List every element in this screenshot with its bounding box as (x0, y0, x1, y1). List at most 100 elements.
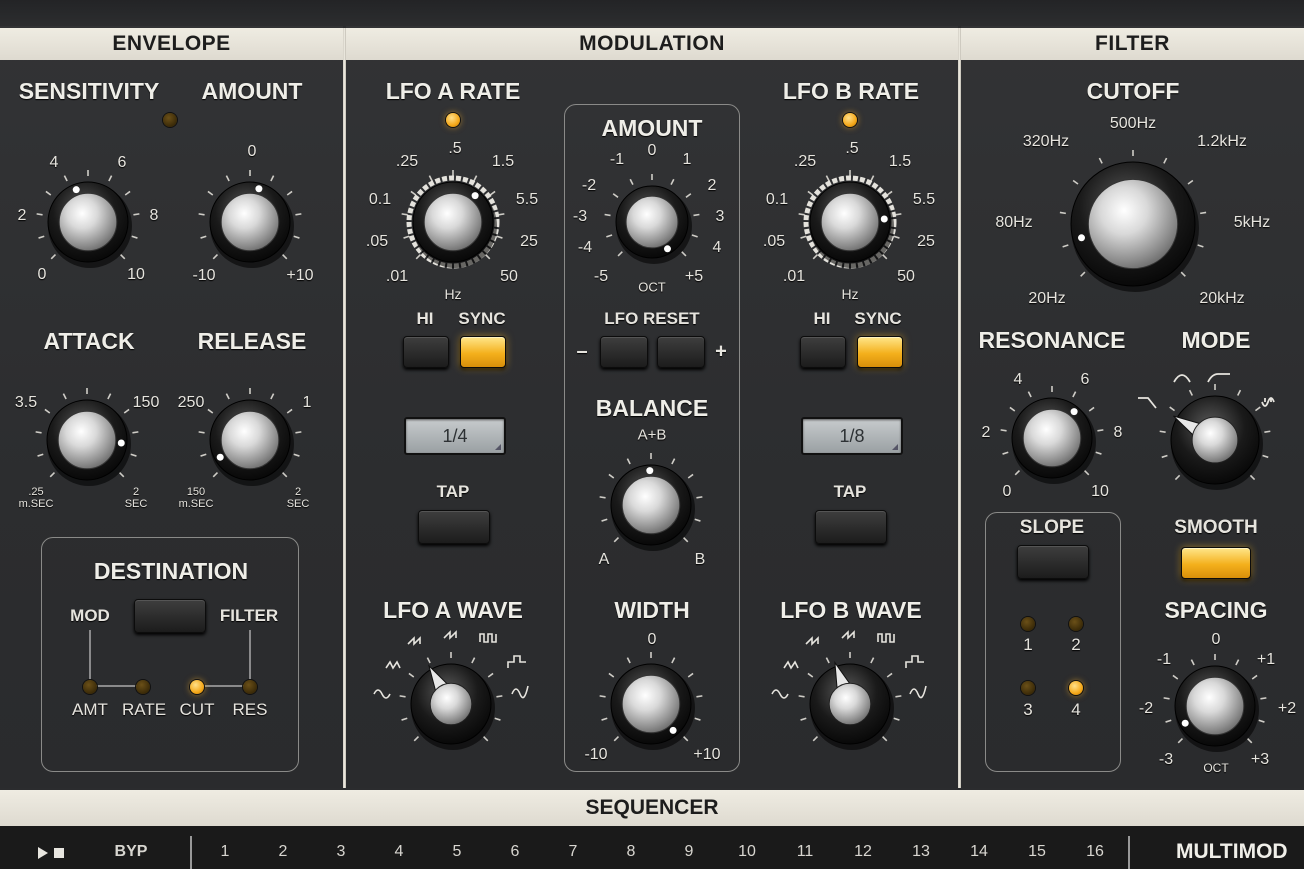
lfo-a-wave-label: LFO A WAVE (383, 597, 523, 623)
tick: 0 (647, 142, 657, 159)
mod-amount-label: AMOUNT (601, 115, 703, 141)
dest-led-res[interactable] (243, 680, 257, 694)
mod-amount-unit: OCT (638, 279, 666, 295)
balance-knob[interactable] (591, 445, 711, 565)
sequencer-divider (190, 836, 192, 869)
mod-amount-knob[interactable] (592, 162, 712, 282)
lfo-a-sync-button[interactable] (460, 336, 506, 368)
lfo-b-hi-button[interactable] (800, 336, 846, 368)
smooth-button[interactable] (1181, 547, 1251, 579)
tick: 3 (715, 208, 725, 225)
attack-min: .25 m.SEC (18, 486, 54, 510)
sequencer-step-11[interactable]: 11 (797, 843, 814, 861)
resonance-knob[interactable] (992, 378, 1112, 498)
sequencer-step-4[interactable]: 4 (395, 843, 404, 861)
tick: .05 (762, 233, 786, 250)
lfo-a-hi-button[interactable] (403, 336, 449, 368)
section-divider (343, 28, 346, 788)
lfo-b-wave-knob[interactable] (790, 644, 910, 764)
sequencer-divider (1128, 836, 1130, 869)
sequencer-step-6[interactable]: 6 (511, 843, 520, 861)
spacing-unit: OCT (1203, 761, 1229, 775)
resonance-label: RESONANCE (978, 327, 1126, 353)
tick: 0 (1002, 483, 1012, 500)
tick: .5 (845, 140, 859, 157)
destination-label: DESTINATION (93, 558, 249, 584)
sequencer-bar (0, 826, 1304, 869)
play-stop-icon[interactable] (36, 845, 72, 861)
dest-led-amt[interactable] (83, 680, 97, 694)
lfo-a-rate-knob[interactable] (393, 162, 513, 282)
balance-left-label: A (598, 551, 610, 568)
sequencer-step-9[interactable]: 9 (685, 843, 694, 861)
sequencer-step-13[interactable]: 13 (912, 843, 930, 861)
slope-led-2[interactable] (1069, 617, 1083, 631)
release-max: 2 SEC (286, 486, 310, 510)
lfo-b-unit: Hz (841, 286, 859, 302)
lfo-reset-b-button[interactable] (657, 336, 705, 368)
lfo-a-sync-display[interactable]: 1/4 (404, 417, 506, 455)
sequencer-step-16[interactable]: 16 (1086, 843, 1104, 861)
slope-led-1[interactable] (1021, 617, 1035, 631)
sequencer-step-7[interactable]: 7 (569, 843, 578, 861)
cutoff-knob[interactable] (1053, 144, 1213, 304)
lfo-reset-label: LFO RESET (604, 309, 700, 328)
envelope-header: ENVELOPE (0, 28, 343, 60)
spacing-knob[interactable] (1155, 646, 1275, 766)
dest-led-rate[interactable] (136, 680, 150, 694)
sensitivity-knob[interactable] (28, 162, 148, 282)
tick: .25 (793, 153, 817, 170)
lfo-b-rate-knob[interactable] (790, 162, 910, 282)
tick: 150 (132, 394, 160, 411)
slope-led-4[interactable] (1069, 681, 1083, 695)
tick: 0.1 (765, 191, 789, 208)
sequencer-step-8[interactable]: 8 (627, 843, 636, 861)
dest-rate-label: RATE (121, 700, 167, 719)
tick: 0 (247, 143, 257, 160)
envelope-amount-knob[interactable] (190, 162, 310, 282)
destination-filter-label: FILTER (219, 606, 279, 625)
dest-led-cut[interactable] (190, 680, 204, 694)
lfo-b-rate-label: LFO B RATE (782, 78, 920, 104)
sequencer-step-15[interactable]: 15 (1028, 843, 1046, 861)
attack-knob[interactable] (27, 380, 147, 500)
slope-button[interactable] (1017, 545, 1089, 579)
lfo-reset-a-button[interactable] (600, 336, 648, 368)
tick: 4 (1013, 371, 1023, 388)
attack-label: ATTACK (43, 328, 135, 354)
slope-led-3[interactable] (1021, 681, 1035, 695)
destination-routing-lines (89, 630, 251, 687)
tick: -2 (581, 177, 597, 194)
tick: -5 (593, 268, 609, 285)
mode-title: MULTIMOD (1176, 840, 1288, 863)
destination-mod-label: MOD (70, 606, 110, 625)
release-knob[interactable] (190, 380, 310, 500)
lfo-a-wave-knob[interactable] (391, 644, 511, 764)
sequencer-step-10[interactable]: 10 (738, 843, 756, 861)
lfo-a-sync-label: SYNC (458, 309, 506, 328)
smooth-label: SMOOTH (1174, 517, 1258, 538)
sequencer-step-2[interactable]: 2 (279, 843, 288, 861)
bypass-button[interactable]: BYP (115, 843, 148, 861)
tick: .01 (782, 268, 806, 285)
tick: 320Hz (1022, 133, 1070, 150)
tick: 20kHz (1199, 290, 1245, 307)
lfo-a-rate-label: LFO A RATE (385, 78, 521, 104)
lfo-b-tap-label: TAP (833, 482, 867, 501)
mode-knob[interactable] (1155, 380, 1275, 500)
lfo-b-sync-button[interactable] (857, 336, 903, 368)
lfo-a-hi-label: HI (416, 309, 434, 328)
lfo-a-tap-button[interactable] (418, 510, 490, 544)
lfo-b-tap-button[interactable] (815, 510, 887, 544)
sequencer-step-14[interactable]: 14 (970, 843, 988, 861)
tick: .05 (365, 233, 389, 250)
sequencer-step-12[interactable]: 12 (854, 843, 872, 861)
release-min: 150 m.SEC (178, 486, 214, 510)
lfo-b-wave-label: LFO B WAVE (780, 597, 922, 623)
lfo-b-sync-display[interactable]: 1/8 (801, 417, 903, 455)
cutoff-label: CUTOFF (1086, 78, 1180, 104)
sequencer-step-3[interactable]: 3 (337, 843, 346, 861)
sequencer-step-5[interactable]: 5 (453, 843, 462, 861)
filter-header: FILTER (961, 28, 1304, 60)
sequencer-step-1[interactable]: 1 (221, 843, 230, 861)
